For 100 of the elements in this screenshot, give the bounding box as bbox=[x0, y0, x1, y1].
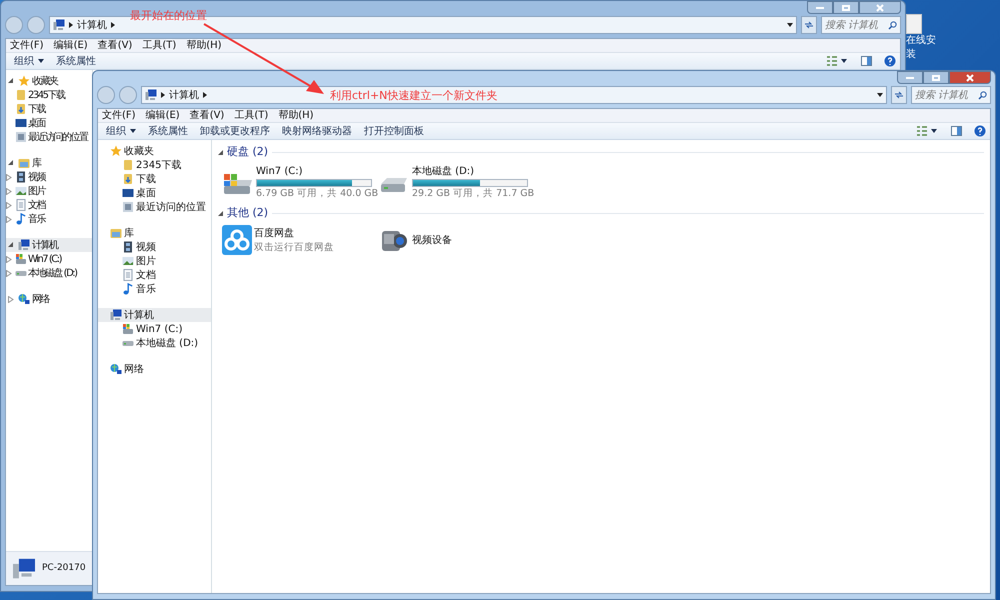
menu-item[interactable]: 文件(F) bbox=[102, 108, 136, 123]
star-icon bbox=[18, 75, 30, 87]
nav-label: Win7 (C:) bbox=[136, 322, 182, 336]
item-name: 百度网盘 bbox=[254, 226, 295, 241]
nav-item[interactable]: 视频 bbox=[98, 240, 211, 254]
document-icon bbox=[15, 199, 27, 211]
recent-places-icon bbox=[122, 201, 134, 213]
expanded-arrow-icon[interactable] bbox=[8, 78, 14, 84]
toolbar-button[interactable]: 系统属性 bbox=[50, 53, 102, 69]
nav-label: 本地磁盘 (D:) bbox=[28, 266, 77, 280]
minimize-button[interactable] bbox=[807, 1, 833, 14]
toolbar-button[interactable]: 映射网络驱动器 bbox=[276, 123, 358, 139]
nav-item[interactable]: 本地磁盘 (D:) bbox=[6, 266, 92, 280]
nav-item[interactable]: 下载 bbox=[98, 172, 211, 186]
collapse-arrow-icon[interactable] bbox=[218, 210, 223, 216]
desktop-icon bbox=[15, 117, 27, 129]
nav-item[interactable]: 网络 bbox=[98, 362, 211, 376]
item-name: Win7 (C:) bbox=[256, 165, 304, 179]
nav-item[interactable]: 网络 bbox=[6, 292, 92, 306]
toolbar-button[interactable]: 卸载或更改程序 bbox=[194, 123, 276, 139]
dropdown-arrow-icon bbox=[931, 129, 937, 133]
group-heading[interactable]: 其他 (2) bbox=[227, 205, 268, 222]
help-button[interactable] bbox=[972, 123, 988, 139]
expanded-arrow-icon[interactable] bbox=[8, 160, 14, 166]
nav-item[interactable]: 计算机 bbox=[6, 238, 92, 252]
toolbar-button[interactable]: 打开控制面板 bbox=[358, 123, 430, 139]
nav-item[interactable]: 桌面 bbox=[98, 186, 211, 200]
dropdown-arrow-icon[interactable] bbox=[787, 23, 793, 27]
document-icon bbox=[122, 269, 134, 281]
nav-item[interactable]: 2345下载 bbox=[6, 88, 92, 102]
breadcrumb[interactable]: 计算机 bbox=[169, 88, 199, 102]
menu-item[interactable]: 工具(T) bbox=[142, 38, 176, 53]
nav-item[interactable]: 收藏夹 bbox=[6, 74, 92, 88]
refresh-button[interactable] bbox=[891, 86, 907, 104]
item-tile[interactable]: 视频设备 bbox=[378, 225, 534, 256]
group-heading[interactable]: 硬盘 (2) bbox=[227, 144, 268, 160]
nav-item[interactable]: 图片 bbox=[6, 184, 92, 198]
nav-item[interactable]: 库 bbox=[6, 156, 92, 170]
expanded-arrow-icon[interactable] bbox=[8, 242, 14, 248]
menu-item[interactable]: 文件(F) bbox=[10, 38, 44, 53]
nav-item[interactable]: 音乐 bbox=[98, 282, 211, 296]
menu-item[interactable]: 编辑(E) bbox=[54, 38, 88, 53]
computer-icon bbox=[145, 89, 157, 101]
nav-label: 视频 bbox=[28, 170, 45, 184]
toolbar-button[interactable]: 组织 bbox=[8, 53, 50, 69]
dropdown-arrow-icon[interactable] bbox=[877, 93, 883, 97]
nav-item[interactable]: 视频 bbox=[6, 170, 92, 184]
nav-item[interactable]: 下载 bbox=[6, 102, 92, 116]
breadcrumb-arrow-icon[interactable] bbox=[203, 92, 207, 98]
menu-item[interactable]: 工具(T) bbox=[234, 108, 268, 123]
breadcrumb-arrow-icon[interactable] bbox=[69, 22, 73, 28]
collapse-arrow-icon[interactable] bbox=[218, 150, 223, 154]
search-field[interactable]: 搜索 计算机 bbox=[911, 86, 991, 104]
nav-label: 桌面 bbox=[136, 186, 156, 200]
film-icon bbox=[15, 171, 27, 183]
nav-item[interactable]: 库 bbox=[98, 226, 211, 240]
search-field[interactable]: 搜索 计算机 bbox=[821, 16, 901, 34]
nav-label: 2345下载 bbox=[136, 158, 182, 172]
refresh-button[interactable] bbox=[801, 16, 817, 34]
breadcrumb-arrow-icon[interactable] bbox=[111, 22, 115, 28]
maximize-button[interactable] bbox=[833, 1, 859, 14]
toolbar-button[interactable]: 组织 bbox=[100, 123, 142, 139]
item-tile[interactable]: Win7 (C:) 6.79 GB 可用，共 40.0 GB bbox=[222, 164, 378, 202]
view-list-icon bbox=[826, 56, 838, 66]
minimize-button[interactable] bbox=[897, 71, 923, 84]
nav-item[interactable]: 文档 bbox=[6, 198, 92, 212]
item-tile[interactable]: 百度网盘 双击运行百度网盘 bbox=[222, 225, 378, 256]
menu-item[interactable]: 帮助(H) bbox=[278, 108, 314, 123]
toolbar-button[interactable]: 系统属性 bbox=[142, 123, 194, 139]
menu-item[interactable]: 编辑(E) bbox=[146, 108, 180, 123]
nav-item[interactable]: 收藏夹 bbox=[98, 144, 211, 158]
nav-label: 本地磁盘 (D:) bbox=[136, 336, 198, 350]
nav-item[interactable]: 桌面 bbox=[6, 116, 92, 130]
nav-label: 收藏夹 bbox=[32, 74, 58, 88]
menu-item[interactable]: 帮助(H) bbox=[186, 38, 222, 53]
close-button[interactable] bbox=[859, 1, 901, 14]
nav-item[interactable]: 2345下载 bbox=[98, 158, 211, 172]
nav-item[interactable]: 计算机 bbox=[98, 308, 211, 322]
nav-label: 最近访问的位置 bbox=[136, 200, 206, 214]
menu-item[interactable]: 查看(V) bbox=[190, 108, 224, 123]
nav-item[interactable]: 最近访问的位置 bbox=[98, 200, 211, 214]
nav-item[interactable]: Win7 (C:) bbox=[98, 322, 211, 336]
maximize-button[interactable] bbox=[923, 71, 949, 84]
nav-item[interactable]: 本地磁盘 (D:) bbox=[98, 336, 211, 350]
collapsed-arrow-icon[interactable] bbox=[8, 296, 14, 302]
help-button[interactable] bbox=[882, 53, 898, 69]
desktop-icon-label[interactable]: 在线安装 bbox=[906, 34, 940, 62]
item-tile[interactable]: 本地磁盘 (D:) 29.2 GB 可用，共 71.7 GB bbox=[378, 164, 534, 202]
nav-item[interactable]: 最近访问的位置 bbox=[6, 130, 92, 144]
breadcrumb-arrow-icon[interactable] bbox=[161, 92, 165, 98]
menu-item[interactable]: 查看(V) bbox=[98, 38, 132, 53]
network-icon bbox=[18, 293, 30, 305]
breadcrumb[interactable]: 计算机 bbox=[77, 18, 107, 32]
close-button[interactable] bbox=[949, 71, 991, 84]
nav-item[interactable]: Win7 (C:) bbox=[6, 252, 92, 266]
library-icon bbox=[110, 227, 122, 239]
nav-item[interactable]: 音乐 bbox=[6, 212, 92, 226]
nav-item[interactable]: 图片 bbox=[98, 254, 211, 268]
nav-item[interactable]: 文档 bbox=[98, 268, 211, 282]
picture-icon bbox=[122, 255, 134, 267]
